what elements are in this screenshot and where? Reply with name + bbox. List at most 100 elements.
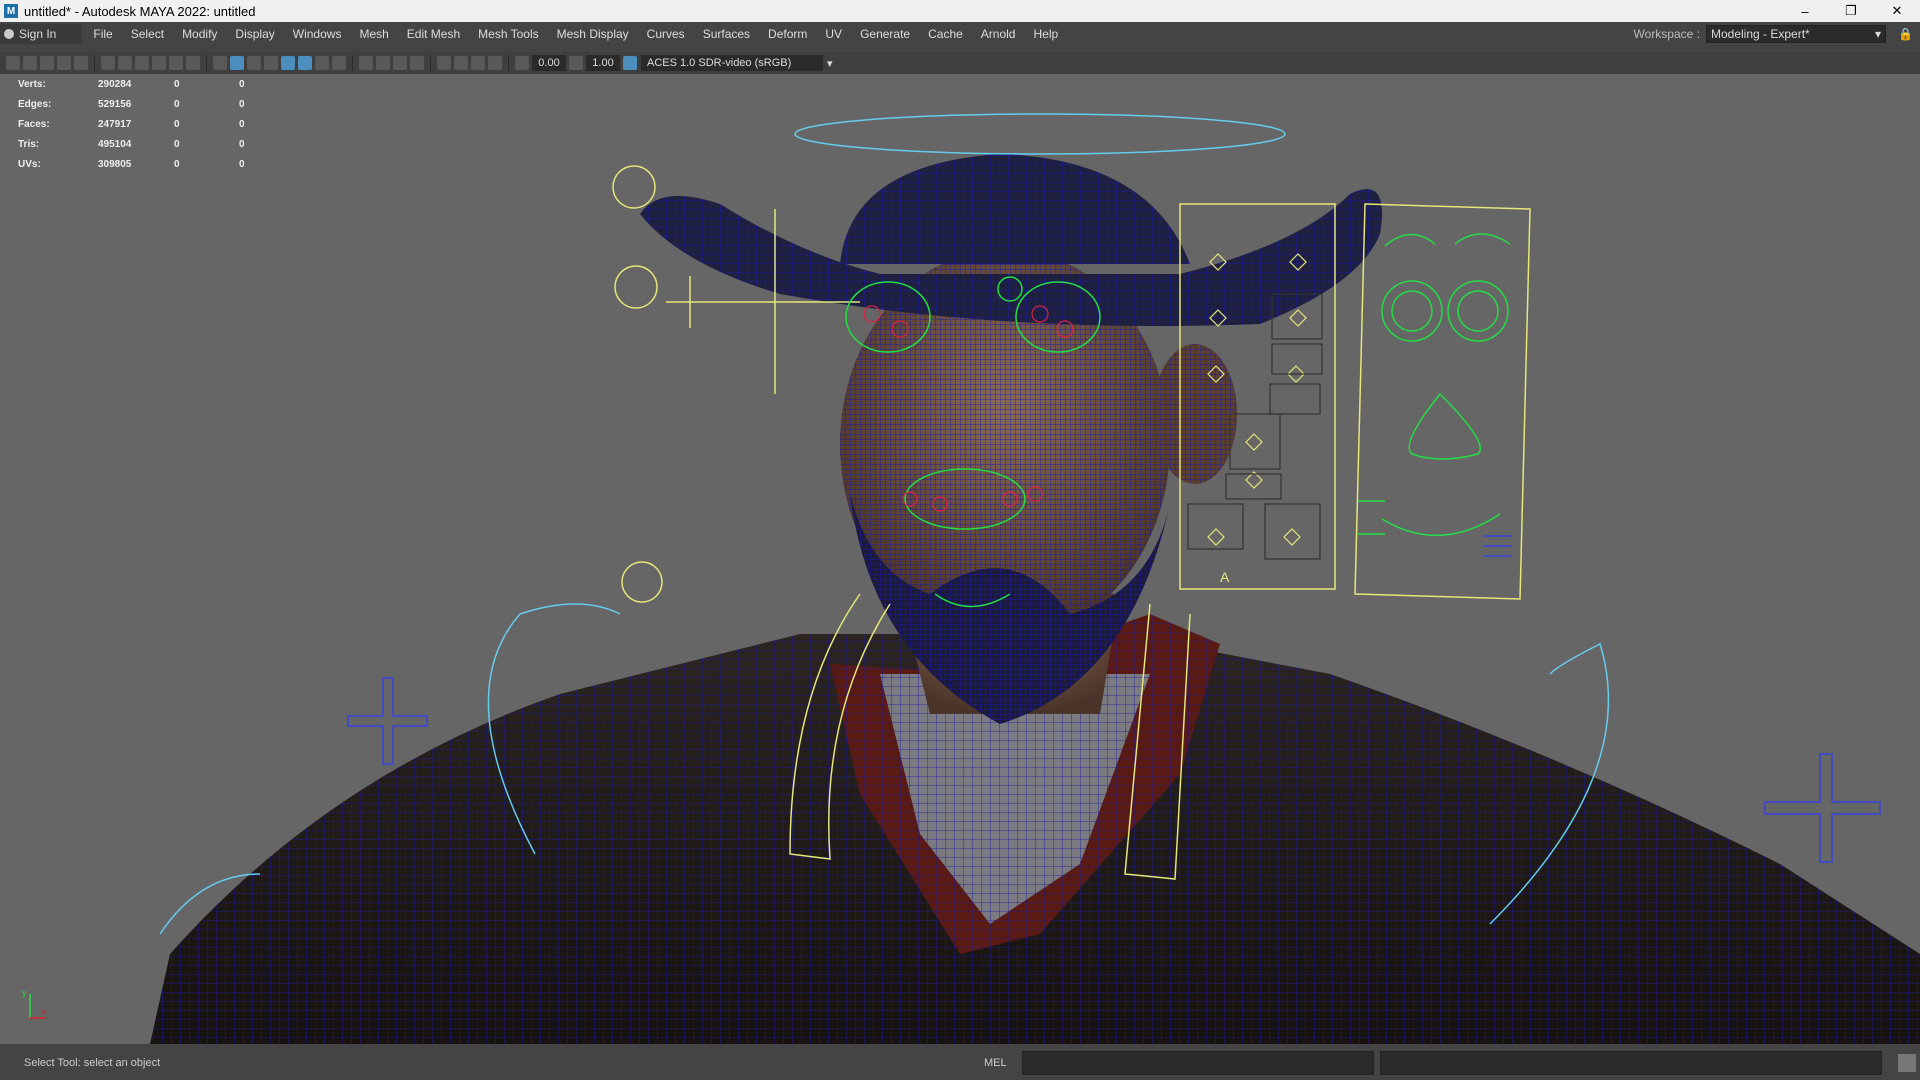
gate-mask-icon[interactable] (152, 56, 166, 70)
toolbar-divider (430, 55, 431, 71)
menu-mesh-tools[interactable]: Mesh Tools (469, 27, 547, 41)
axis-indicator: y x (22, 988, 47, 1019)
hud-value: 529156 (98, 98, 132, 110)
field-chart-icon[interactable] (169, 56, 183, 70)
restore-button[interactable]: ❐ (1828, 0, 1874, 22)
hud-value: 0 (174, 118, 180, 130)
menu-cache[interactable]: Cache (919, 27, 972, 41)
wireframe-icon[interactable] (213, 56, 227, 70)
menu-uv[interactable]: UV (816, 27, 851, 41)
workspace-value: Modeling - Expert* (1711, 27, 1810, 41)
hud-row: Verts: 290284 0 0 (18, 74, 245, 94)
menu-select[interactable]: Select (122, 27, 173, 41)
wireframe-on-shaded-icon[interactable] (281, 56, 295, 70)
menu-mesh-display[interactable]: Mesh Display (548, 27, 638, 41)
3d-viewport[interactable]: y x A persp (0, 74, 1920, 1044)
menu-file[interactable]: File (84, 27, 121, 41)
menu-help[interactable]: Help (1024, 27, 1067, 41)
grid-icon[interactable] (101, 56, 115, 70)
mel-label[interactable]: MEL (984, 1057, 1014, 1069)
gamma-icon[interactable] (569, 56, 583, 70)
film-gate-icon[interactable] (118, 56, 132, 70)
shadows-icon[interactable] (332, 56, 346, 70)
user-icon (4, 29, 14, 39)
chevron-down-icon[interactable]: ▾ (827, 57, 833, 70)
anti-aliasing-icon[interactable] (393, 56, 407, 70)
hud-row: Faces: 247917 0 0 (18, 114, 245, 134)
menu-generate[interactable]: Generate (851, 27, 919, 41)
exposure-icon[interactable] (515, 56, 529, 70)
motion-blur-icon[interactable] (376, 56, 390, 70)
toolbar-divider (206, 55, 207, 71)
depth-of-field-icon[interactable] (410, 56, 424, 70)
grease-pencil-icon[interactable] (74, 56, 88, 70)
hud-value: 309805 (98, 158, 132, 170)
sign-in-label: Sign In (19, 27, 57, 41)
menu-modify[interactable]: Modify (173, 27, 226, 41)
menu-display[interactable]: Display (226, 27, 283, 41)
camera-attributes-icon[interactable] (23, 56, 37, 70)
rig-label: A (1220, 569, 1230, 585)
safe-action-icon[interactable] (186, 56, 200, 70)
xray-joints-icon[interactable] (454, 56, 468, 70)
command-input[interactable] (1022, 1051, 1374, 1075)
isolate-select-icon[interactable] (437, 56, 451, 70)
xray-icon[interactable] (298, 56, 312, 70)
toolbar-divider (508, 55, 509, 71)
menu-arnold[interactable]: Arnold (972, 27, 1025, 41)
minimize-button[interactable]: – (1782, 0, 1828, 22)
gamma-field[interactable]: 1.00 (586, 55, 620, 71)
hat-mesh (640, 154, 1382, 326)
menu-windows[interactable]: Windows (284, 27, 351, 41)
help-line: Select Tool: select an object (24, 1057, 161, 1069)
hud-value: 0 (239, 118, 245, 130)
menu-surfaces[interactable]: Surfaces (694, 27, 759, 41)
toolbar-divider (352, 55, 353, 71)
window-title: untitled* - Autodesk MAYA 2022: untitled (24, 3, 256, 19)
main-menubar: Sign In File Select Modify Display Windo… (0, 22, 1920, 46)
select-camera-icon[interactable] (6, 56, 20, 70)
smooth-shade-icon[interactable] (230, 56, 244, 70)
hud-row: Edges: 529156 0 0 (18, 94, 245, 114)
hud-value: 0 (239, 158, 245, 170)
image-plane-icon[interactable] (57, 56, 71, 70)
toolbar-divider (94, 55, 95, 71)
hud-row: Tris: 495104 0 0 (18, 134, 245, 154)
hud-value: 290284 (98, 78, 132, 90)
ambient-occlusion-icon[interactable] (359, 56, 373, 70)
xray-active-icon[interactable] (471, 56, 485, 70)
use-all-lights-icon[interactable] (315, 56, 329, 70)
resolution-gate-icon[interactable] (135, 56, 149, 70)
hud-label: Edges: (18, 98, 52, 110)
workspace-dropdown[interactable]: Modeling - Expert* ▾ (1706, 25, 1886, 43)
maya-app-icon: M (4, 4, 18, 18)
close-button[interactable]: ✕ (1874, 0, 1920, 22)
exposure-field[interactable]: 0.00 (532, 55, 566, 71)
default-lighting-icon[interactable] (247, 56, 261, 70)
hud-value: 0 (239, 78, 245, 90)
hud-label: Verts: (18, 78, 46, 90)
flat-shade-icon[interactable] (264, 56, 278, 70)
lock-icon[interactable]: 🔒 (1898, 27, 1913, 41)
menu-deform[interactable]: Deform (759, 27, 816, 41)
menu-curves[interactable]: Curves (638, 27, 694, 41)
command-result (1380, 1051, 1882, 1075)
hud-value: 0 (174, 138, 180, 150)
menu-mesh[interactable]: Mesh (350, 27, 397, 41)
hud-label: Tris: (18, 138, 40, 150)
workspace-label: Workspace : (1633, 27, 1700, 41)
view-transform-dropdown[interactable]: ACES 1.0 SDR-video (sRGB) (641, 55, 823, 71)
hud-value: 0 (239, 138, 245, 150)
backface-culling-icon[interactable] (488, 56, 502, 70)
menu-edit-mesh[interactable]: Edit Mesh (398, 27, 469, 41)
hud-value: 0 (174, 78, 180, 90)
hud-label: Faces: (18, 118, 50, 130)
hud-value: 0 (174, 158, 180, 170)
color-management-icon[interactable] (623, 56, 637, 70)
poly-count-hud: Verts: 290284 0 0 Edges: 529156 0 0 Face… (18, 74, 245, 174)
bookmark-icon[interactable] (40, 56, 54, 70)
hud-label: UVs: (18, 158, 41, 170)
sign-in-button[interactable]: Sign In (0, 24, 83, 44)
script-editor-icon[interactable] (1898, 1054, 1916, 1072)
axis-y-label: y (22, 988, 27, 998)
